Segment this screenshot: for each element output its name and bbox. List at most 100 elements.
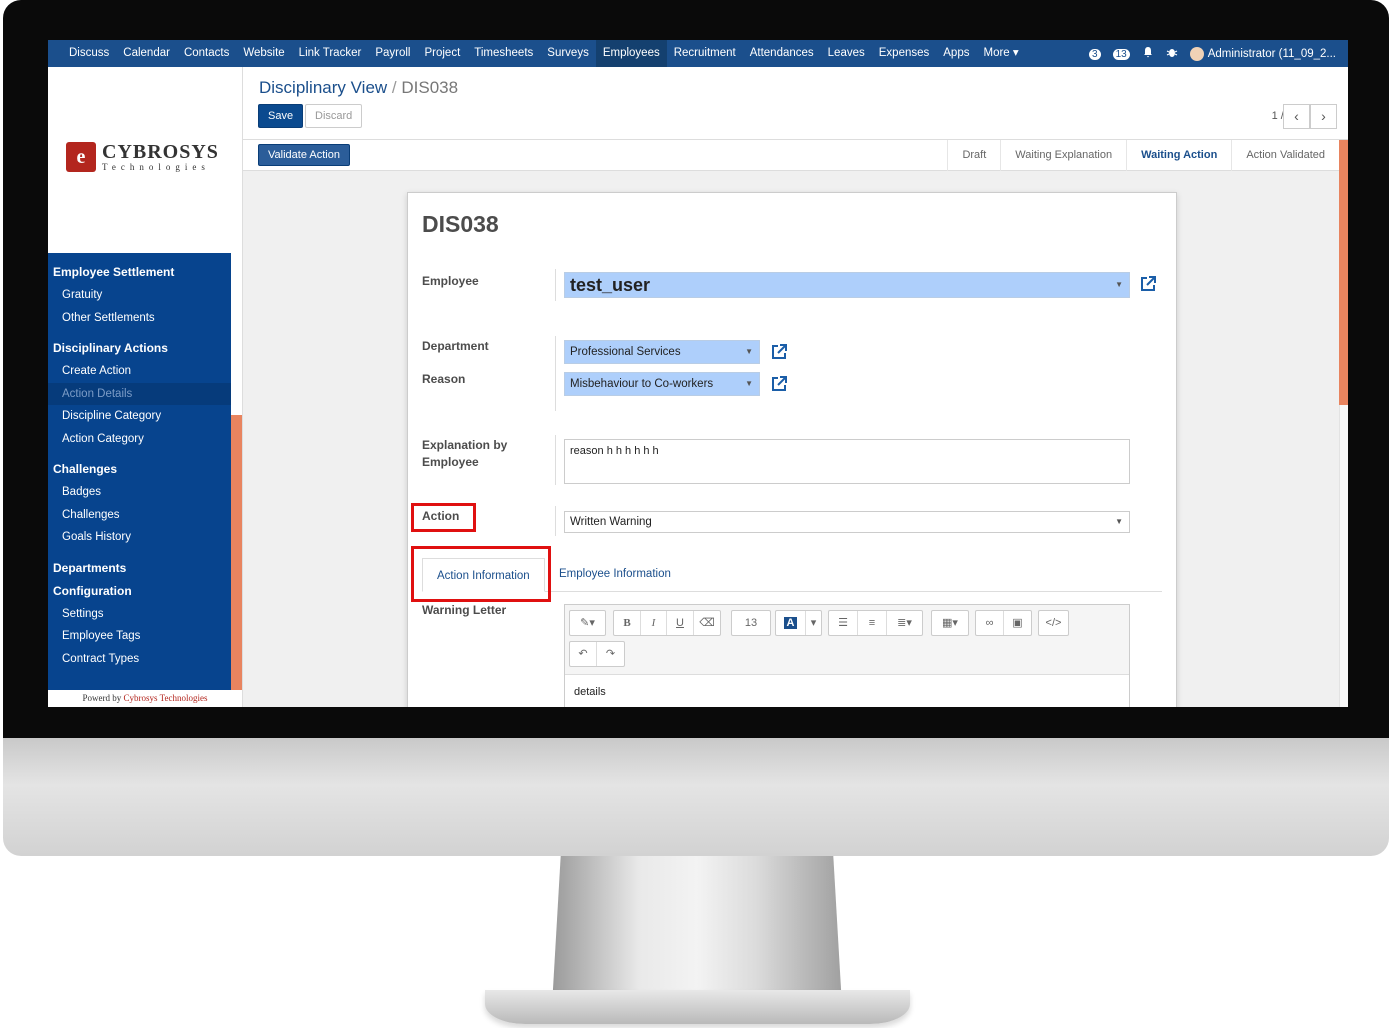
employee-label: Employee bbox=[422, 274, 479, 288]
chevron-down-icon: ▼ bbox=[745, 347, 753, 356]
monitor-chin bbox=[3, 738, 1389, 856]
external-link-icon[interactable] bbox=[770, 343, 788, 361]
sidebar-item-gratuity[interactable]: Gratuity bbox=[48, 284, 231, 307]
editor-content[interactable]: details bbox=[565, 674, 1129, 707]
sidebar-item-discipline-category[interactable]: Discipline Category bbox=[48, 405, 231, 428]
explanation-textarea[interactable]: reason h h h h h h bbox=[564, 439, 1130, 484]
caret-down-icon: ▾ bbox=[810, 617, 817, 629]
sidebar-item-settings[interactable]: Settings bbox=[48, 603, 231, 626]
nav-apps[interactable]: Apps bbox=[936, 40, 976, 67]
nav-project[interactable]: Project bbox=[417, 40, 467, 67]
code-view-button[interactable]: </> bbox=[1038, 610, 1069, 636]
nav-discuss[interactable]: Discuss bbox=[62, 40, 116, 67]
stage-draft[interactable]: Draft bbox=[947, 140, 1000, 171]
powered-by: Powerd by Cybrosys Technologies bbox=[48, 690, 242, 707]
sidebar-section-employee-settlement[interactable]: Employee Settlement bbox=[48, 261, 231, 284]
action-select[interactable]: Written Warning ▼ bbox=[564, 511, 1130, 533]
powered-brand: Cybrosys Technologies bbox=[123, 693, 208, 703]
numbered-list-icon[interactable]: ≡ bbox=[858, 611, 887, 635]
undo-icon[interactable]: ↶ bbox=[570, 642, 597, 666]
sidebar-item-employee-tags[interactable]: Employee Tags bbox=[48, 625, 231, 648]
sidebar-item-goals-history[interactable]: Goals History bbox=[48, 526, 231, 549]
stage-waiting-explanation[interactable]: Waiting Explanation bbox=[1000, 140, 1126, 171]
reason-field[interactable]: Misbehaviour to Co-workers ▼ bbox=[564, 372, 760, 396]
sidebar-item-action-details[interactable]: Action Details bbox=[48, 382, 231, 405]
user-menu[interactable]: Administrator (11_09_2... bbox=[1189, 46, 1336, 61]
sidebar-item-action-category[interactable]: Action Category bbox=[48, 428, 231, 451]
nav-timesheets[interactable]: Timesheets bbox=[467, 40, 540, 67]
chevron-down-icon: ▼ bbox=[1115, 280, 1123, 289]
sidebar-item-badges[interactable]: Badges bbox=[48, 481, 231, 504]
breadcrumb-parent[interactable]: Disciplinary View bbox=[259, 78, 387, 97]
chevron-down-icon: ▼ bbox=[1115, 517, 1123, 526]
warning-letter-label: Warning Letter bbox=[422, 603, 507, 617]
underline-icon[interactable]: U bbox=[667, 611, 694, 635]
align-icon[interactable]: ≣▾ bbox=[887, 611, 922, 635]
record-title: DIS038 bbox=[422, 211, 499, 237]
employee-field[interactable]: test_user ▼ bbox=[564, 272, 1130, 298]
validate-action-button[interactable]: Validate Action bbox=[258, 144, 350, 166]
bold-icon[interactable]: B bbox=[614, 611, 641, 635]
department-field[interactable]: Professional Services ▼ bbox=[564, 340, 760, 364]
external-link-icon[interactable] bbox=[770, 375, 788, 393]
style-dropdown[interactable]: ✎▾ bbox=[569, 610, 606, 636]
company-logo: e CYBROSYS Technologies bbox=[66, 141, 219, 172]
main-content: Disciplinary View / DIS038 Save Discard … bbox=[242, 67, 1348, 707]
redo-icon[interactable]: ↷ bbox=[597, 642, 624, 666]
link-icon[interactable]: ∞ bbox=[976, 611, 1004, 635]
highlight-box-tab bbox=[411, 546, 551, 602]
italic-icon[interactable]: I bbox=[641, 611, 667, 635]
nav-attendances[interactable]: Attendances bbox=[743, 40, 821, 67]
nav-recruitment[interactable]: Recruitment bbox=[667, 40, 743, 67]
sidebar-item-contract-types[interactable]: Contract Types bbox=[48, 648, 231, 671]
font-color-dropdown[interactable]: A ▾ bbox=[775, 610, 822, 636]
action-value: Written Warning bbox=[570, 516, 652, 528]
highlight-box-action bbox=[411, 503, 476, 532]
paragraph-group: ☰ ≡ ≣▾ bbox=[828, 610, 923, 636]
breadcrumb-separator: / bbox=[391, 78, 397, 97]
table-dropdown[interactable]: ▦▾ bbox=[931, 610, 969, 636]
save-button[interactable]: Save bbox=[258, 104, 304, 128]
nav-website[interactable]: Website bbox=[236, 40, 291, 67]
code-icon: </> bbox=[1045, 617, 1062, 629]
nav-expenses[interactable]: Expenses bbox=[872, 40, 937, 67]
sidebar-section-configuration[interactable]: Configuration bbox=[48, 580, 231, 603]
logo-name: CYBROSYS bbox=[102, 141, 219, 163]
nav-surveys[interactable]: Surveys bbox=[540, 40, 596, 67]
sidebar-section-disciplinary-actions[interactable]: Disciplinary Actions bbox=[48, 337, 231, 360]
sidebar-section-departments[interactable]: Departments bbox=[48, 557, 231, 580]
tab-employee-information[interactable]: Employee Information bbox=[559, 568, 671, 580]
eraser-icon[interactable]: ⌫ bbox=[694, 611, 720, 635]
discard-button[interactable]: Discard bbox=[305, 104, 363, 128]
nav-employees[interactable]: Employees bbox=[595, 40, 667, 67]
bug-icon[interactable] bbox=[1166, 46, 1178, 61]
nav-calendar[interactable]: Calendar bbox=[116, 40, 177, 67]
font-size-dropdown[interactable]: 13 bbox=[731, 610, 771, 636]
nav-contacts[interactable]: Contacts bbox=[177, 40, 236, 67]
employee-value: test_user bbox=[570, 275, 651, 295]
scrollbar[interactable] bbox=[1339, 405, 1348, 707]
sidebar-item-other-settlements[interactable]: Other Settlements bbox=[48, 307, 231, 330]
nav-leaves[interactable]: Leaves bbox=[821, 40, 872, 67]
form-sheet: DIS038 Employee test_user ▼ Department P… bbox=[407, 192, 1177, 707]
bell-icon[interactable] bbox=[1142, 46, 1154, 61]
stage-action-validated[interactable]: Action Validated bbox=[1231, 140, 1339, 171]
breadcrumb-current: DIS038 bbox=[401, 78, 459, 97]
nav-link-tracker[interactable]: Link Tracker bbox=[292, 40, 369, 67]
explanation-label-line1: Explanation by bbox=[422, 438, 508, 452]
nav-payroll[interactable]: Payroll bbox=[368, 40, 417, 67]
conversations-icon[interactable]: 3 bbox=[1089, 48, 1101, 60]
pager-previous-button[interactable]: ‹ bbox=[1283, 104, 1310, 129]
conversations-count: 3 bbox=[1089, 48, 1101, 60]
nav-more[interactable]: More ▾ bbox=[976, 40, 1025, 67]
stage-waiting-action[interactable]: Waiting Action bbox=[1126, 140, 1231, 171]
sidebar-item-challenges[interactable]: Challenges bbox=[48, 504, 231, 527]
pager-next-button[interactable]: › bbox=[1310, 104, 1337, 129]
status-bar: Validate Action Draft Waiting Explanatio… bbox=[243, 140, 1348, 171]
activities-icon[interactable]: 13 bbox=[1112, 48, 1130, 60]
external-link-icon[interactable] bbox=[1139, 275, 1157, 293]
bullet-list-icon[interactable]: ☰ bbox=[829, 611, 858, 635]
image-icon[interactable]: ▣ bbox=[1004, 611, 1031, 635]
sidebar-section-challenges[interactable]: Challenges bbox=[48, 458, 231, 481]
sidebar-item-create-action[interactable]: Create Action bbox=[48, 360, 231, 383]
